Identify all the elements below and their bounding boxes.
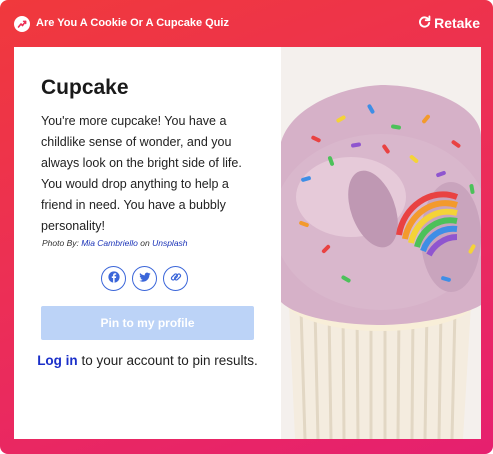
quiz-header: Are You A Cookie Or A Cupcake Quiz Retak… [0,0,493,46]
result-details: Cupcake You're more cupcake! You have a … [14,47,281,439]
pin-to-profile-button[interactable]: Pin to my profile [41,306,254,340]
facebook-icon [107,270,120,288]
trending-icon [14,16,30,32]
login-prompt-text: to your account to pin results. [77,353,258,368]
photo-credit: Photo By: Mia Cambriello on Unsplash [42,238,188,248]
twitter-share-button[interactable] [132,266,157,291]
unsplash-link[interactable]: Unsplash [152,238,187,248]
quiz-result-card: Are You A Cookie Or A Cupcake Quiz Retak… [0,0,493,454]
photographer-link[interactable]: Mia Cambriello [81,238,138,248]
cupcake-photo [273,47,481,439]
link-icon [170,270,182,288]
copy-link-button[interactable] [163,266,188,291]
result-title: Cupcake [41,76,129,99]
retake-button[interactable]: Retake [418,15,480,31]
result-description: You're more cupcake! You have a childlik… [41,114,242,233]
share-buttons [101,266,188,291]
photo-credit-prefix: Photo By: [42,238,82,248]
result-panel: Cupcake You're more cupcake! You have a … [14,47,481,439]
quiz-title: Are You A Cookie Or A Cupcake Quiz [36,17,229,29]
twitter-icon [138,270,151,288]
retake-label: Retake [434,15,480,31]
retake-icon [418,15,431,31]
facebook-share-button[interactable] [101,266,126,291]
photo-credit-on: on [137,238,153,248]
login-link[interactable]: Log in [37,353,78,368]
login-prompt: Log in to your account to pin results. [34,349,261,372]
